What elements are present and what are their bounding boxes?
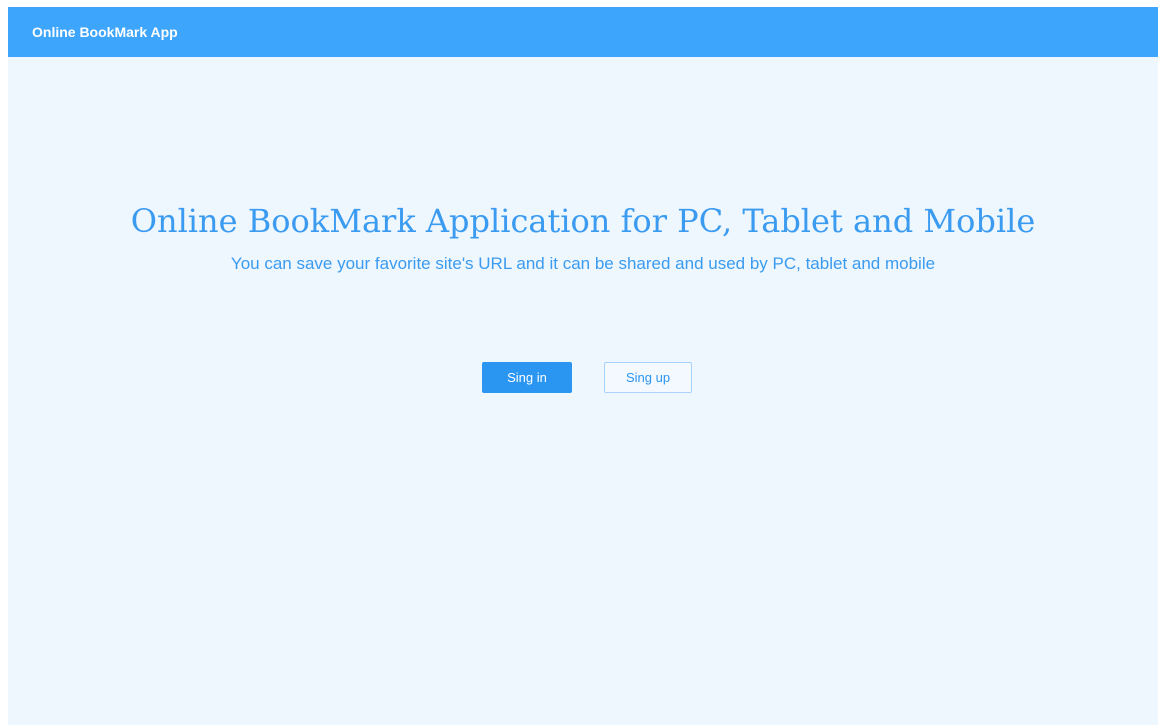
hero-section: Online BookMark Application for PC, Tabl…	[8, 199, 1158, 275]
app-brand[interactable]: Online BookMark App	[32, 24, 178, 40]
top-navbar: Online BookMark App	[8, 7, 1158, 57]
hero-subtitle: You can save your favorite site's URL an…	[230, 254, 936, 273]
sign-up-button[interactable]: Sing up	[604, 362, 692, 393]
hero-title: Online BookMark Application for PC, Tabl…	[130, 202, 1036, 240]
sign-in-button[interactable]: Sing in	[482, 362, 572, 393]
auth-actions: Sing in Sing up	[8, 362, 1158, 393]
app-container: Online BookMark App Online BookMark Appl…	[8, 7, 1158, 725]
